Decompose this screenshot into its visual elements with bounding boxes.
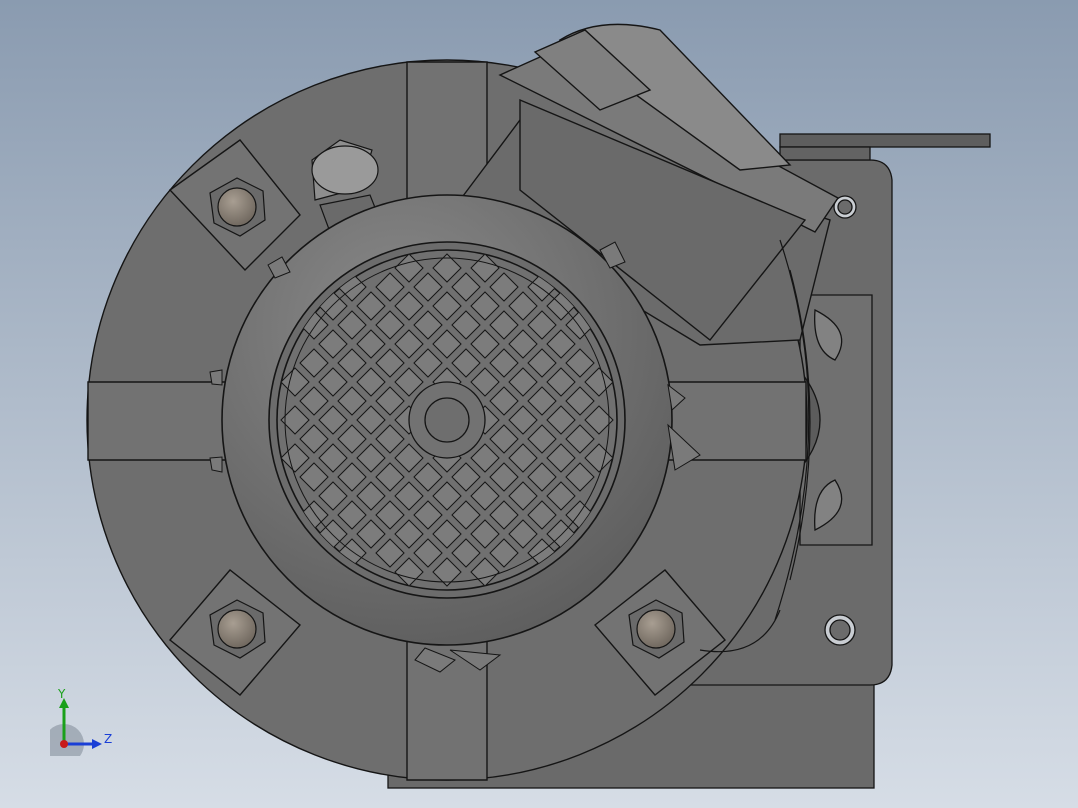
y-axis-label: Y [57, 687, 66, 701]
axis-triad: Y Z [50, 687, 112, 756]
z-axis-label: Z [104, 732, 112, 746]
cad-graphics-viewport[interactable]: Y Z [0, 0, 1078, 808]
motor-model-view[interactable] [0, 0, 1078, 808]
z-axis-arrowhead [92, 739, 102, 749]
triad-plane [50, 724, 84, 756]
shaft-center [408, 381, 486, 459]
x-axis-dot [60, 740, 68, 748]
